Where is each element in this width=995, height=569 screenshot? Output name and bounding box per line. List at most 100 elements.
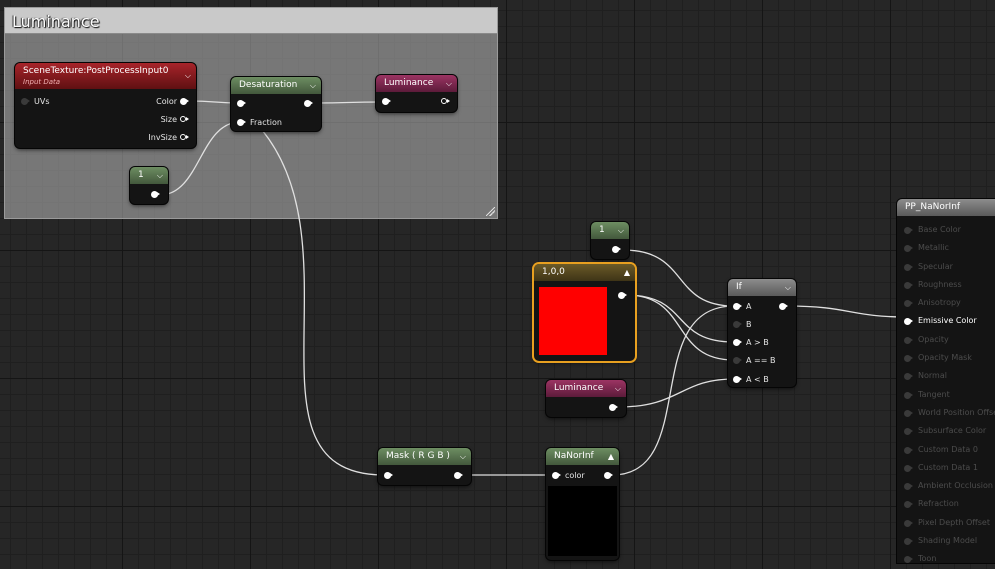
pin-icon[interactable] bbox=[904, 464, 913, 472]
node-constant-header[interactable]: 1 ⌵ bbox=[591, 222, 629, 239]
pin-icon[interactable] bbox=[904, 409, 913, 417]
node-title: Desaturation bbox=[239, 80, 298, 90]
chevron-down-icon[interactable]: ⌵ bbox=[460, 448, 466, 465]
node-luminance-mid[interactable]: Luminance ⌵ bbox=[546, 380, 626, 417]
pin-icon[interactable] bbox=[904, 318, 913, 326]
chevron-down-icon[interactable]: ⌵ bbox=[310, 77, 316, 94]
node-mask-rgb[interactable]: Mask ( R G B ) ⌵ bbox=[378, 448, 471, 485]
material-pin-label: Normal bbox=[918, 371, 947, 381]
pin-vector-output[interactable] bbox=[618, 292, 627, 299]
pin-desat-output[interactable] bbox=[304, 100, 313, 107]
wire-lum-to-if-altb bbox=[618, 378, 735, 408]
node-scene-texture-header[interactable]: SceneTexture:PostProcessInput0 Input Dat… bbox=[15, 63, 196, 89]
pin-icon[interactable] bbox=[904, 336, 913, 344]
pin-nanorinf-output[interactable] bbox=[604, 472, 613, 479]
pin-icon[interactable] bbox=[904, 538, 913, 546]
pin-if-altb[interactable] bbox=[733, 376, 742, 383]
material-pin-row[interactable]: Shading Model bbox=[897, 532, 995, 550]
chevron-down-icon[interactable]: ⌵ bbox=[785, 279, 791, 296]
node-luminance-header[interactable]: Luminance ⌵ bbox=[546, 380, 626, 397]
pin-icon[interactable] bbox=[904, 300, 913, 308]
pin-label-fraction: Fraction bbox=[250, 118, 282, 127]
pin-if-agtb[interactable] bbox=[733, 339, 742, 346]
pin-if-output[interactable] bbox=[779, 303, 788, 310]
node-constant-1a[interactable]: 1 ⌵ bbox=[130, 167, 168, 204]
node-luminance-header[interactable]: Luminance ⌵ bbox=[376, 75, 457, 92]
pin-icon[interactable] bbox=[904, 245, 913, 253]
node-desaturation-header[interactable]: Desaturation ⌵ bbox=[231, 77, 321, 94]
pin-luminance-output[interactable] bbox=[441, 98, 450, 105]
chevron-up-icon[interactable]: ▲ bbox=[624, 264, 630, 281]
pin-constant-output[interactable] bbox=[151, 191, 160, 198]
pin-invsize-out[interactable] bbox=[180, 134, 189, 141]
material-pin-row[interactable]: World Position Offset bbox=[897, 404, 995, 422]
pin-icon[interactable] bbox=[904, 355, 913, 363]
pin-luminance-input[interactable] bbox=[382, 98, 391, 105]
pin-icon[interactable] bbox=[904, 428, 913, 436]
pin-icon[interactable] bbox=[904, 519, 913, 527]
material-pin-row[interactable]: Normal bbox=[897, 367, 995, 385]
pin-mask-input[interactable] bbox=[384, 472, 393, 479]
chevron-up-icon[interactable]: ▲ bbox=[608, 448, 614, 465]
pin-constant-output[interactable] bbox=[612, 246, 621, 253]
material-pin-row[interactable]: Specular bbox=[897, 258, 995, 276]
chevron-down-icon[interactable]: ⌵ bbox=[185, 69, 191, 82]
material-pin-row[interactable]: Ambient Occlusion bbox=[897, 477, 995, 495]
node-material-output[interactable]: PP_NaNorInf Base Color Metallic Specular Ro… bbox=[897, 199, 995, 564]
node-if-header[interactable]: If ⌵ bbox=[728, 279, 796, 296]
pin-icon[interactable] bbox=[904, 446, 913, 454]
pin-desat-input[interactable] bbox=[237, 100, 246, 107]
material-pin-row[interactable]: Refraction bbox=[897, 495, 995, 513]
pin-if-a[interactable] bbox=[733, 303, 742, 310]
chevron-down-icon[interactable]: ⌵ bbox=[618, 222, 624, 239]
chevron-down-icon[interactable]: ⌵ bbox=[615, 380, 621, 397]
node-nanorinf[interactable]: NaNorInf ▲ color bbox=[546, 448, 619, 560]
material-header[interactable]: PP_NaNorInf bbox=[897, 199, 995, 216]
node-scene-texture[interactable]: SceneTexture:PostProcessInput0 Input Dat… bbox=[15, 63, 196, 148]
pin-icon[interactable] bbox=[904, 391, 913, 399]
material-pin-row[interactable]: Subsurface Color bbox=[897, 422, 995, 440]
node-desaturation[interactable]: Desaturation ⌵ Fraction bbox=[231, 77, 321, 131]
pin-icon[interactable] bbox=[904, 373, 913, 381]
pin-icon[interactable] bbox=[904, 501, 913, 509]
node-mask-header[interactable]: Mask ( R G B ) ⌵ bbox=[378, 448, 471, 465]
pin-luminance-output[interactable] bbox=[609, 404, 618, 411]
material-pin-row[interactable]: Opacity Mask bbox=[897, 349, 995, 367]
pin-size-out[interactable] bbox=[180, 116, 189, 123]
material-pin-row[interactable]: Toon bbox=[897, 550, 995, 568]
chevron-down-icon[interactable]: ⌵ bbox=[446, 75, 452, 92]
node-vector-header[interactable]: 1,0,0 ▲ bbox=[534, 264, 635, 281]
pin-icon[interactable] bbox=[904, 483, 913, 491]
pin-icon[interactable] bbox=[904, 556, 913, 564]
wire-desat-to-mask bbox=[261, 129, 385, 476]
pin-uvs[interactable] bbox=[21, 98, 30, 105]
node-constant-1b[interactable]: 1 ⌵ bbox=[591, 222, 629, 259]
pin-icon[interactable] bbox=[904, 263, 913, 271]
material-pin-row[interactable]: Tangent bbox=[897, 386, 995, 404]
material-pin-row[interactable]: Base Color bbox=[897, 221, 995, 239]
node-luminance-top[interactable]: Luminance ⌵ bbox=[376, 75, 457, 112]
node-if[interactable]: If ⌵ A B A > B A == B A < B bbox=[728, 279, 796, 387]
pin-mask-output[interactable] bbox=[454, 472, 463, 479]
pin-desat-fraction[interactable] bbox=[237, 119, 246, 126]
chevron-down-icon[interactable]: ⌵ bbox=[157, 167, 163, 184]
pin-nanorinf-color[interactable] bbox=[552, 472, 561, 479]
material-pin-row[interactable]: Opacity bbox=[897, 331, 995, 349]
material-pin-row[interactable]: Metallic bbox=[897, 239, 995, 257]
pin-icon[interactable] bbox=[904, 227, 913, 234]
pin-color-out[interactable] bbox=[180, 98, 189, 105]
material-pin-row[interactable]: Pixel Depth Offset bbox=[897, 514, 995, 532]
pin-if-b[interactable] bbox=[733, 321, 742, 328]
pin-if-aeqb[interactable] bbox=[733, 357, 742, 364]
material-pin-row[interactable]: Roughness bbox=[897, 276, 995, 294]
material-pin-row[interactable]: Custom Data 1 bbox=[897, 459, 995, 477]
material-pin-row[interactable]: Custom Data 0 bbox=[897, 441, 995, 459]
pin-icon[interactable] bbox=[904, 281, 913, 289]
node-nanorinf-header[interactable]: NaNorInf ▲ bbox=[546, 448, 619, 465]
material-pin-row[interactable]: Emissive Color bbox=[897, 312, 995, 330]
node-constant-header[interactable]: 1 ⌵ bbox=[130, 167, 168, 184]
wire-vec-to-if-agtb bbox=[625, 294, 735, 343]
material-pin-row[interactable]: Anisotropy bbox=[897, 294, 995, 312]
node-vector-color[interactable]: 1,0,0 ▲ bbox=[534, 264, 635, 361]
node-title: If bbox=[736, 282, 742, 292]
